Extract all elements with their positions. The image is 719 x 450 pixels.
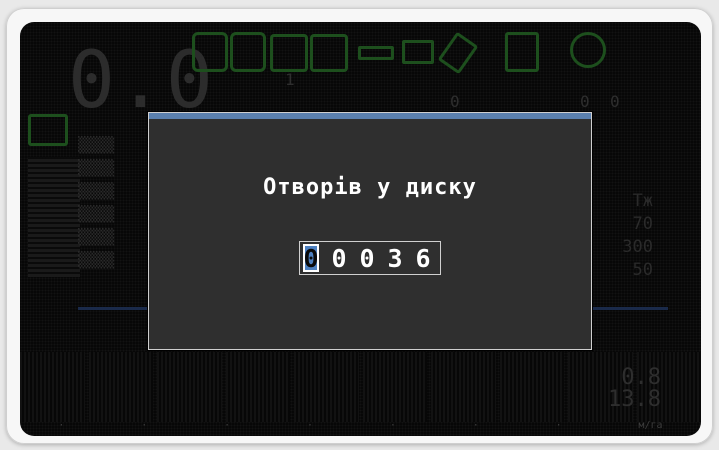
wrench-icon: [437, 31, 479, 75]
bar-segment: [157, 352, 222, 422]
bar-segment: [225, 352, 290, 422]
dialog-title-bar: [149, 113, 591, 119]
counter-1: 1: [285, 70, 295, 89]
value-line: 50: [632, 260, 653, 280]
footer-tick: ·: [389, 420, 396, 431]
menu-line: ▒▒▒▒: [78, 159, 115, 177]
bar-segment: [431, 352, 496, 422]
digit-4[interactable]: 6: [409, 244, 437, 273]
footer-tick: ·: [472, 420, 479, 431]
bottom-value-2: 13.8: [608, 387, 661, 412]
sensor-icon: [28, 114, 68, 146]
menu-line: ▒▒▒▒: [78, 251, 115, 269]
menu-line: ▒▒▒▒: [78, 205, 115, 223]
bar-segment: [20, 352, 85, 422]
footer-tick: ·: [58, 420, 65, 431]
footer-tick: ·: [306, 420, 314, 431]
counter-3: 0: [580, 92, 590, 111]
book-icon: [505, 32, 539, 72]
value-line: 70: [632, 214, 653, 234]
footer-unit: м/га: [638, 420, 663, 431]
bar-segment: [499, 352, 564, 422]
counter-4: 0: [610, 92, 620, 111]
bar-segment: [294, 352, 359, 422]
footer-ticks: · · · · · · · м/га: [20, 420, 701, 436]
bar-segment: [362, 352, 427, 422]
digit-1[interactable]: 0: [325, 244, 353, 273]
value-line: Тж: [632, 191, 653, 211]
seed-drill-icon-2: [230, 32, 266, 72]
footer-tick: ·: [224, 420, 231, 431]
clock-icon: [570, 32, 606, 68]
digit-2[interactable]: 0: [353, 244, 381, 273]
bottom-readout: 0.8 13.8: [608, 367, 661, 411]
dialog-title: Отворів у диску: [263, 175, 477, 200]
battery-icon: [402, 40, 434, 64]
digit-0[interactable]: 0: [303, 244, 319, 273]
holes-per-disk-dialog: Отворів у диску 0 0 0 3 6: [148, 112, 592, 350]
bar-icon: [358, 46, 394, 60]
digit-3[interactable]: 3: [381, 244, 409, 273]
footer-tick: ·: [555, 420, 562, 431]
value-line: 300: [622, 237, 653, 257]
digit-input-field[interactable]: 0 0 0 3 6: [299, 241, 441, 275]
bottom-value-1: 0.8: [621, 365, 661, 390]
menu-line: ▒▒▒▒: [78, 228, 115, 246]
footer-tick: ·: [141, 420, 148, 431]
menu-line: ▒▒▒▒: [78, 182, 115, 200]
calendar-icon: [270, 34, 308, 72]
menu-line: ▒▒▒▒: [78, 136, 115, 154]
counter-2: 0: [450, 92, 460, 111]
background-menu: ▒▒▒▒ ▒▒▒▒ ▒▒▒▒ ▒▒▒▒ ▒▒▒▒ ▒▒▒▒: [78, 134, 114, 272]
seed-drill-icon: [192, 32, 228, 72]
digit-entry: 0 0 0 3 6: [149, 241, 591, 275]
side-panel: [28, 157, 80, 277]
calendar-clock-icon: [310, 34, 348, 72]
background-values: Тж 70 300 50: [622, 190, 653, 282]
bar-segment: [88, 352, 153, 422]
bottom-bars: [20, 352, 701, 422]
